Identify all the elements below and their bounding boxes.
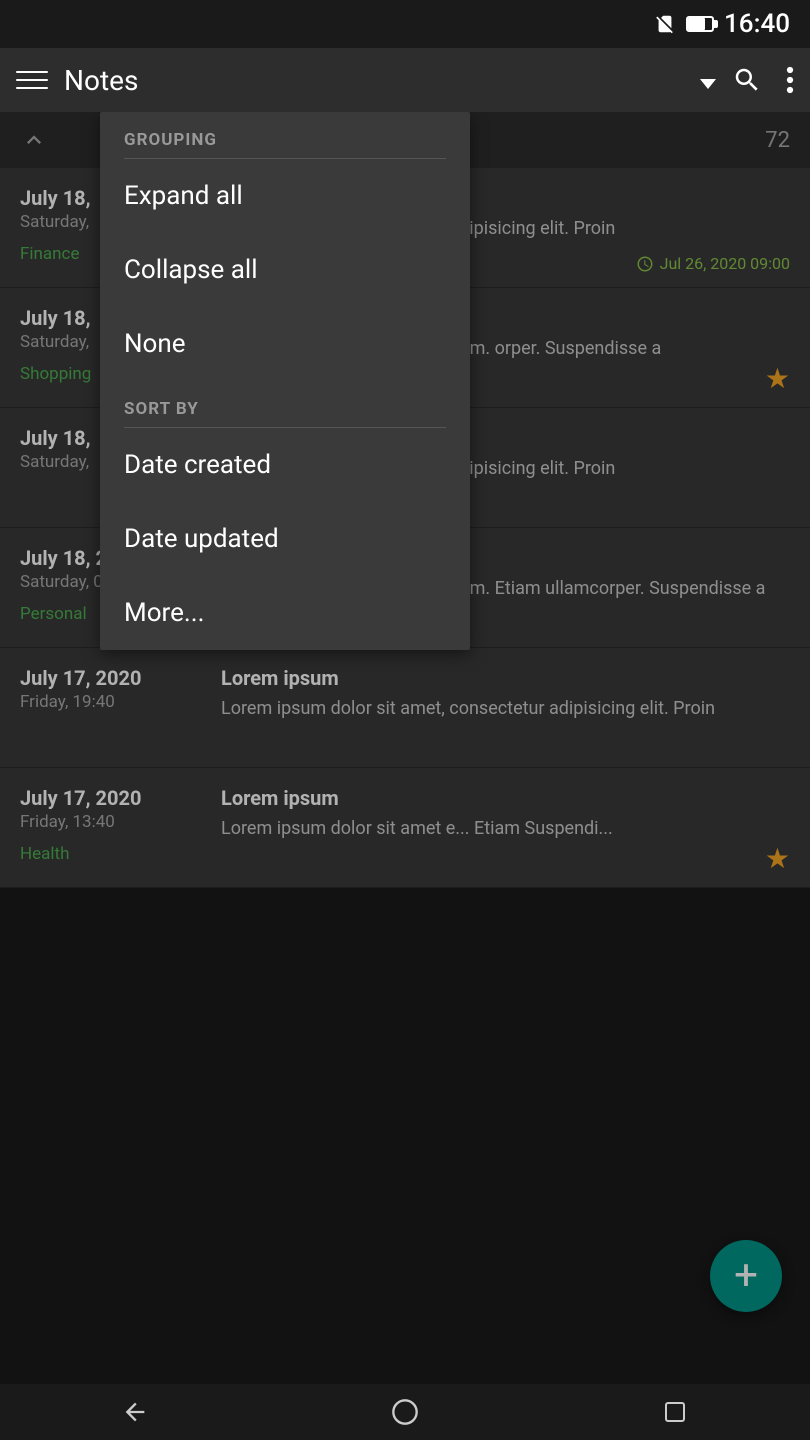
app-title: Notes [64, 64, 692, 97]
toolbar: Notes [0, 48, 810, 112]
hamburger-menu-button[interactable] [16, 64, 48, 96]
nav-bar [0, 1384, 810, 1440]
dropdown-menu: GROUPING Expand all Collapse all None SO… [100, 112, 470, 650]
more-options-icon[interactable] [786, 65, 794, 95]
search-icon[interactable] [732, 65, 762, 95]
home-button[interactable] [385, 1392, 425, 1432]
collapse-all-item[interactable]: Collapse all [100, 233, 470, 307]
grouping-section-header: GROUPING [100, 112, 470, 158]
title-dropdown-arrow[interactable] [700, 79, 716, 89]
none-item[interactable]: None [100, 307, 470, 381]
no-sim-icon [654, 13, 676, 35]
status-bar: 16:40 [0, 0, 810, 48]
toolbar-actions [732, 65, 794, 95]
status-time: 16:40 [724, 9, 790, 39]
back-button[interactable] [115, 1392, 155, 1432]
content-area: 72 July 18, Saturday, Finance Lorem ipsu… [0, 112, 810, 1384]
battery-icon [686, 16, 714, 32]
status-icons: 16:40 [654, 9, 790, 39]
recent-apps-button[interactable] [655, 1392, 695, 1432]
expand-all-item[interactable]: Expand all [100, 159, 470, 233]
date-updated-item[interactable]: Date updated [100, 502, 470, 576]
more-item[interactable]: More... [100, 576, 470, 650]
sort-by-section-header: SORT BY [100, 381, 470, 427]
date-created-item[interactable]: Date created [100, 428, 470, 502]
